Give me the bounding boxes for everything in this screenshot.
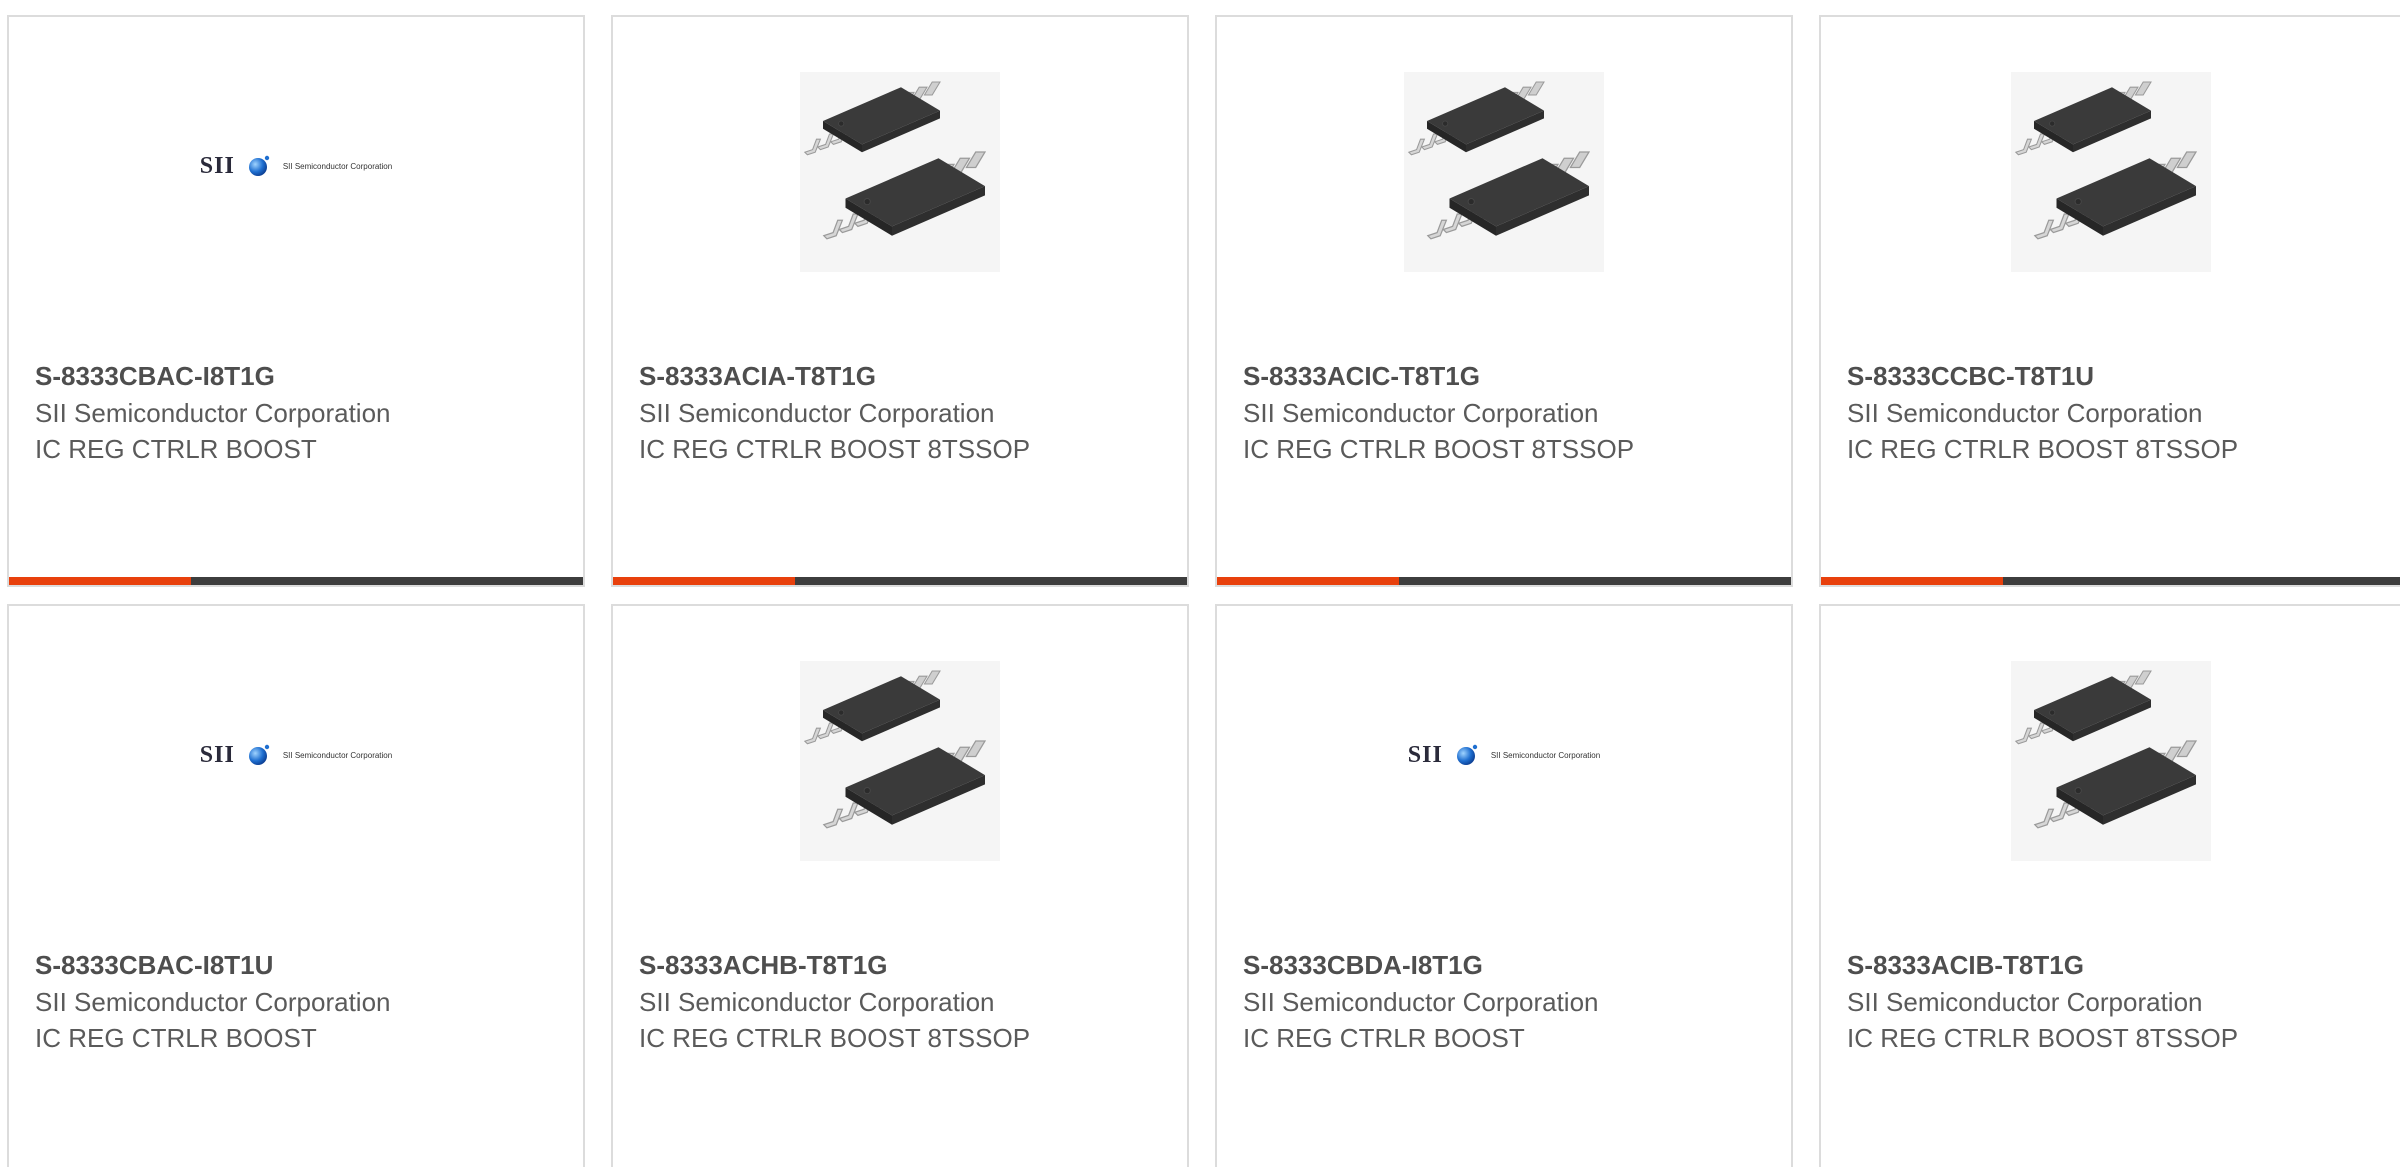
logo-subtext: SII Semiconductor Corporation (282, 750, 393, 760)
card-accent-bar (9, 577, 583, 585)
product-card[interactable]: SII SII Semiconductor Corporation S-8333… (7, 604, 585, 1167)
product-image (1821, 606, 2400, 936)
product-card[interactable]: S-8333ACHB-T8T1G SII Semiconductor Corpo… (611, 604, 1189, 1167)
logo-subtext: SII Semiconductor Corporation (1490, 750, 1601, 760)
product-card[interactable]: SII SII Semiconductor Corporation S-8333… (7, 15, 585, 587)
manufacturer-name: SII Semiconductor Corporation (1847, 987, 2203, 1017)
product-description: IC REG CTRLR BOOST 8TSSOP (639, 1023, 1031, 1053)
manufacturer-logo-image: SII SII Semiconductor Corporation (1217, 606, 1791, 936)
product-description: IC REG CTRLR BOOST 8TSSOP (639, 434, 1031, 464)
product-image (613, 606, 1187, 936)
part-number-link[interactable]: S-8333ACIB-T8T1G (1847, 946, 2390, 984)
tssop-chip-icon (800, 72, 1000, 272)
tssop-chip-icon (2010, 72, 2211, 272)
manufacturer-logo-image: SII SII Semiconductor Corporation (9, 606, 583, 936)
part-number-link[interactable]: S-8333ACHB-T8T1G (639, 946, 1177, 984)
manufacturer-name: SII Semiconductor Corporation (35, 987, 391, 1017)
manufacturer-name: SII Semiconductor Corporation (1243, 987, 1599, 1017)
product-description: IC REG CTRLR BOOST (35, 1023, 317, 1053)
logo-text: SII (199, 152, 235, 179)
product-description: IC REG CTRLR BOOST 8TSSOP (1243, 434, 1635, 464)
product-image (613, 17, 1187, 347)
tssop-chip-icon (2010, 661, 2211, 861)
part-number-link[interactable]: S-8333ACIC-T8T1G (1243, 357, 1781, 395)
part-number-link[interactable]: S-8333ACIA-T8T1G (639, 357, 1177, 395)
tssop-chip-icon (1404, 72, 1604, 272)
product-grid: SII SII Semiconductor Corporation S-8333… (0, 0, 2400, 1167)
product-description: IC REG CTRLR BOOST (35, 434, 317, 464)
product-description: IC REG CTRLR BOOST 8TSSOP (1847, 1023, 2239, 1053)
card-accent-bar (613, 577, 1187, 585)
product-image (1821, 17, 2400, 347)
product-card[interactable]: S-8333ACIB-T8T1G SII Semiconductor Corpo… (1819, 604, 2400, 1167)
globe-icon (248, 744, 270, 765)
part-number-link[interactable]: S-8333CCBC-T8T1U (1847, 357, 2390, 395)
manufacturer-name: SII Semiconductor Corporation (639, 398, 995, 428)
logo-subtext: SII Semiconductor Corporation (282, 161, 393, 171)
product-card[interactable]: S-8333ACIA-T8T1G SII Semiconductor Corpo… (611, 15, 1189, 587)
card-accent-bar (1821, 577, 2400, 585)
product-description: IC REG CTRLR BOOST 8TSSOP (1847, 434, 2239, 464)
globe-icon (248, 155, 270, 176)
part-number-link[interactable]: S-8333CBAC-I8T1G (35, 357, 573, 395)
product-card[interactable]: S-8333CCBC-T8T1U SII Semiconductor Corpo… (1819, 15, 2400, 587)
card-accent-bar (1217, 577, 1791, 585)
part-number-link[interactable]: S-8333CBAC-I8T1U (35, 946, 573, 984)
product-image (1217, 17, 1791, 347)
product-card[interactable]: SII SII Semiconductor Corporation S-8333… (1215, 604, 1793, 1167)
manufacturer-name: SII Semiconductor Corporation (1243, 398, 1599, 428)
manufacturer-logo-image: SII SII Semiconductor Corporation (9, 17, 583, 347)
logo-text: SII (1407, 741, 1443, 768)
product-description: IC REG CTRLR BOOST (1243, 1023, 1525, 1053)
manufacturer-name: SII Semiconductor Corporation (1847, 398, 2203, 428)
tssop-chip-icon (800, 661, 1000, 861)
logo-text: SII (199, 741, 235, 768)
manufacturer-name: SII Semiconductor Corporation (35, 398, 391, 428)
part-number-link[interactable]: S-8333CBDA-I8T1G (1243, 946, 1781, 984)
product-card[interactable]: S-8333ACIC-T8T1G SII Semiconductor Corpo… (1215, 15, 1793, 587)
manufacturer-name: SII Semiconductor Corporation (639, 987, 995, 1017)
globe-icon (1456, 744, 1478, 765)
